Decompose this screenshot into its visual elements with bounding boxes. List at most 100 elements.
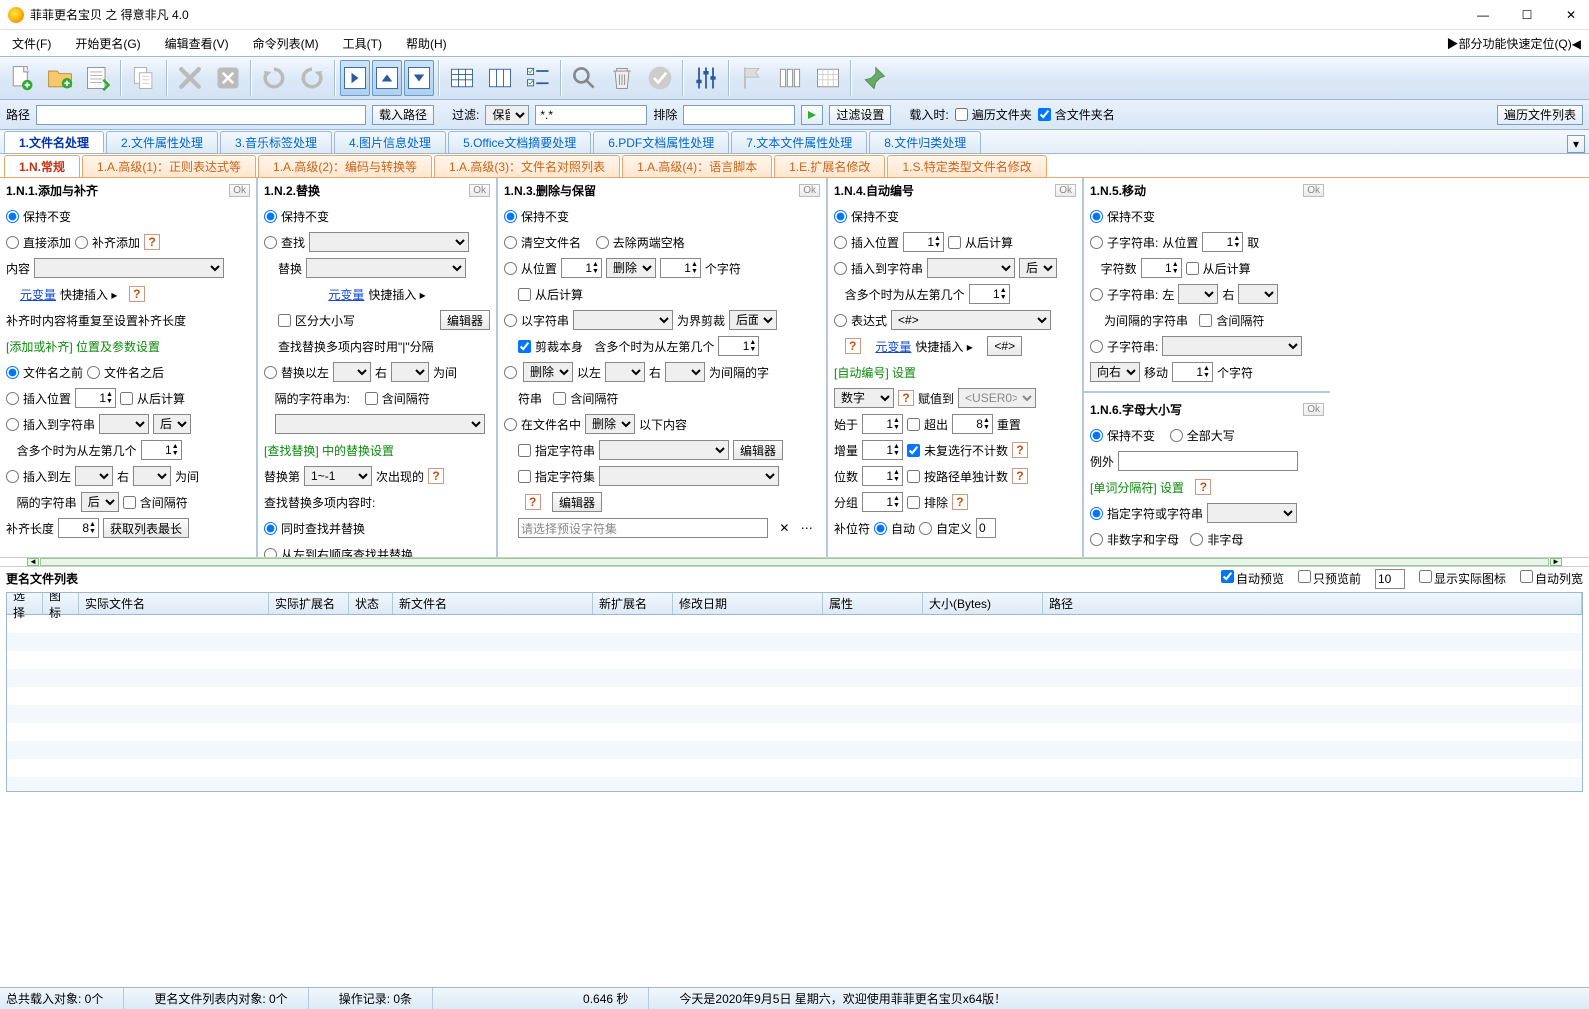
search-icon[interactable] (566, 60, 602, 96)
p3-bystr[interactable]: 以字符串 (504, 312, 569, 329)
p2-seq[interactable]: 从左到右顺序查找并替换 (264, 546, 413, 558)
p1-inclsep[interactable]: 含间隔符 (123, 494, 188, 511)
maximize-button[interactable]: ☐ (1517, 5, 1537, 25)
path-input[interactable] (36, 105, 366, 125)
p6-nonalpha[interactable]: 非字母 (1190, 531, 1243, 548)
col-newext[interactable]: 新扩展名 (593, 593, 673, 614)
ok-button[interactable]: Ok (469, 184, 490, 197)
col-status[interactable]: 状态 (349, 593, 393, 614)
p3-frompos[interactable]: 从位置 (504, 260, 557, 277)
subtab-special[interactable]: 1.S.特定类型文件名修改 (887, 155, 1046, 177)
help-icon[interactable]: ? (1012, 442, 1028, 458)
filter-keep-select[interactable]: 保留 (485, 105, 529, 125)
p4-auto[interactable]: 自动 (874, 520, 915, 537)
checklist-icon[interactable] (520, 60, 556, 96)
p6-nonalnum[interactable]: 非数字和字母 (1090, 531, 1179, 548)
p4-skipdup[interactable]: 未复选行不计数 (907, 442, 1008, 459)
p1-insbetween[interactable]: 插入到左 (6, 468, 71, 485)
menu-start[interactable]: 开始更名(G) (71, 33, 144, 54)
p1-keep[interactable]: 保持不变 (6, 208, 71, 225)
p3-keep[interactable]: 保持不变 (504, 208, 569, 225)
table-columns-icon[interactable] (482, 60, 518, 96)
help-icon[interactable]: ? (525, 494, 541, 510)
subtab-script[interactable]: 1.A.高级(4)：语言脚本 (622, 155, 772, 177)
traverse-list-button[interactable]: 遍历文件列表 (1497, 105, 1583, 125)
help-icon[interactable]: ? (129, 286, 145, 302)
tab-music[interactable]: 3.音乐标签处理 (220, 131, 332, 153)
help-icon[interactable]: ? (952, 494, 968, 510)
ok-button[interactable]: Ok (1303, 403, 1324, 416)
close-box-icon[interactable] (210, 60, 246, 96)
incl-folder-check[interactable]: 含文件夹名 (1038, 106, 1115, 123)
subtab-encode[interactable]: 1.A.高级(2)：编码与转换等 (258, 155, 432, 177)
tab-classify[interactable]: 8.文件归类处理 (869, 131, 981, 153)
p1-multi-spin[interactable]: ▲▼ (141, 440, 182, 460)
quick-locate[interactable]: ▶部分功能快速定位(Q)◀ (1446, 35, 1581, 52)
col-path[interactable]: 路径 (1043, 593, 1582, 614)
sliders-icon[interactable] (688, 60, 724, 96)
subtab-regex[interactable]: 1.A.高级(1)：正则表达式等 (82, 155, 256, 177)
p3-specset[interactable]: 指定字符集 (518, 468, 595, 485)
p6-keep[interactable]: 保持不变 (1090, 427, 1155, 444)
subtab-normal[interactable]: 1.N.常规 (4, 155, 80, 177)
table-icon[interactable] (444, 60, 480, 96)
p2-case[interactable]: 区分大小写 (278, 312, 355, 329)
p3-fromend[interactable]: 从后计算 (518, 286, 583, 303)
scroll-left-icon[interactable]: ◄ (27, 558, 39, 566)
new-file-icon[interactable] (4, 60, 40, 96)
tabs-dropdown-icon[interactable]: ▾ (1567, 135, 1585, 153)
p5-keep[interactable]: 保持不变 (1090, 208, 1155, 225)
arrow-down-box-icon[interactable] (404, 60, 434, 96)
p1-before[interactable]: 文件名之前 (6, 364, 83, 381)
subtab-map[interactable]: 1.A.高级(3)：文件名对照列表 (434, 155, 620, 177)
tab-attr[interactable]: 2.文件属性处理 (106, 131, 218, 153)
col-ext[interactable]: 实际扩展名 (269, 593, 349, 614)
filter-run-icon[interactable] (801, 105, 823, 125)
p5-subfrom[interactable]: 子字符串: (1090, 234, 1158, 251)
trash-icon[interactable] (604, 60, 640, 96)
exclude-input[interactable] (683, 105, 795, 125)
p1-fromend[interactable]: 从后计算 (120, 390, 185, 407)
p4-perpath[interactable]: 按路径单独计数 (907, 468, 1008, 485)
p4-inspos[interactable]: 插入位置 (834, 234, 899, 251)
check-circle-icon[interactable] (642, 60, 678, 96)
p2-inclsep[interactable]: 含间隔符 (365, 390, 430, 407)
p3-specstr[interactable]: 指定字符串 (518, 442, 595, 459)
col-mdate[interactable]: 修改日期 (673, 593, 823, 614)
ok-button[interactable]: Ok (799, 184, 820, 197)
arrow-up-box-icon[interactable] (372, 60, 402, 96)
tab-pdf[interactable]: 6.PDF文档属性处理 (593, 131, 729, 153)
panel-scrollbar[interactable]: ◄ ► (40, 558, 1549, 566)
menu-editview[interactable]: 编辑查看(V) (161, 33, 233, 54)
p2-replbetween[interactable]: 替换以左 (264, 364, 329, 381)
p1-content-select[interactable] (34, 258, 224, 278)
col-name[interactable]: 实际文件名 (79, 593, 269, 614)
recurse-check[interactable]: 遍历文件夹 (955, 106, 1032, 123)
editor-button[interactable]: 编辑器 (552, 492, 602, 512)
p4-custom[interactable]: 自定义 (919, 520, 972, 537)
p1-after2-select[interactable]: 后 (81, 492, 119, 512)
help-icon[interactable]: ? (1012, 468, 1028, 484)
show-icon-check[interactable]: 显示实际图标 (1419, 570, 1506, 587)
help-icon[interactable]: ? (1195, 479, 1211, 495)
tab-text[interactable]: 7.文本文件属性处理 (731, 131, 867, 153)
close-button[interactable]: ✕ (1561, 5, 1581, 25)
tab-office[interactable]: 5.Office文档摘要处理 (448, 131, 591, 153)
p3-delbetween[interactable] (504, 366, 519, 379)
arrow-right-box-icon[interactable] (340, 60, 370, 96)
p6-upper[interactable]: 全部大写 (1170, 427, 1235, 444)
only-first-check[interactable]: 只预览前 (1298, 570, 1361, 587)
flag-icon[interactable] (734, 60, 770, 96)
only-first-input[interactable] (1375, 569, 1405, 589)
p5-sublr[interactable]: 子字符串: (1090, 286, 1158, 303)
p5-substr[interactable]: 子字符串: (1090, 338, 1158, 355)
p2-find[interactable]: 查找 (264, 234, 305, 251)
p1-pad[interactable]: 补齐添加 (75, 234, 140, 251)
help-icon[interactable]: ? (428, 468, 444, 484)
auto-width-check[interactable]: 自动列宽 (1520, 570, 1583, 587)
p5-inclsep[interactable]: 含间隔符 (1199, 312, 1264, 329)
col-select[interactable]: 选择 (7, 593, 43, 614)
more-icon[interactable]: ⋯ (801, 521, 813, 535)
p5-fromend[interactable]: 从后计算 (1186, 260, 1251, 277)
p3-inclsep[interactable]: 含间隔符 (553, 390, 618, 407)
